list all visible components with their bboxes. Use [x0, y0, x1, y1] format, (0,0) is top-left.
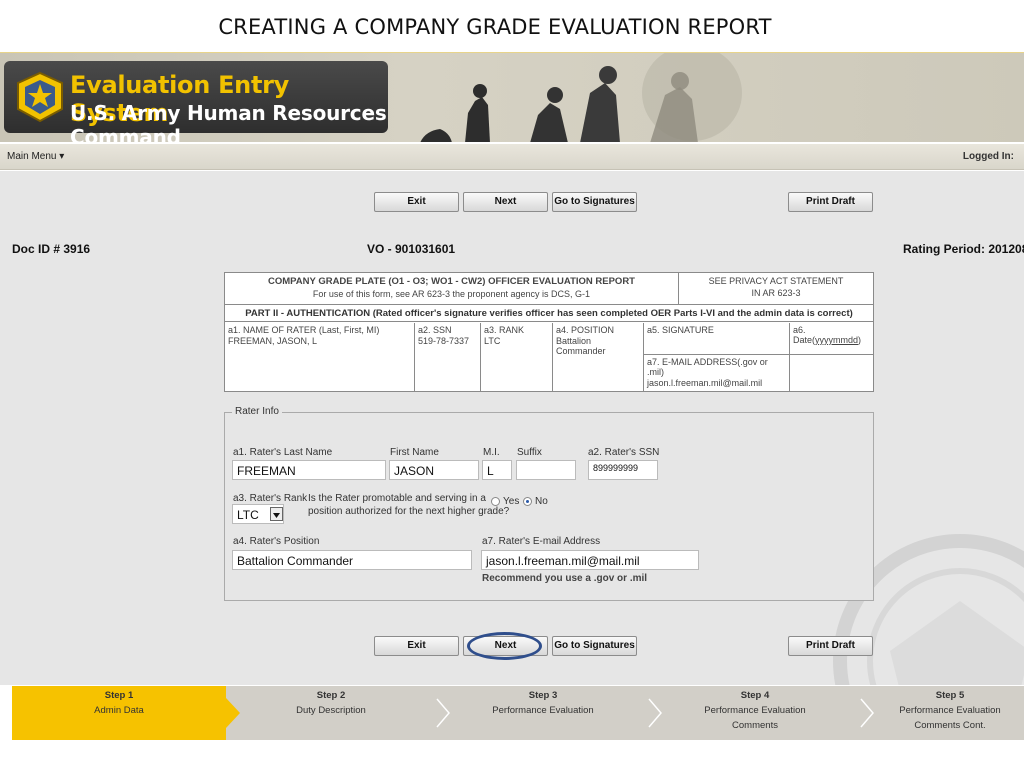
mi-label: M.I. — [483, 447, 500, 458]
step-4-performance-evaluation-comments[interactable]: Step 4 Performance Evaluation Comments — [664, 686, 846, 740]
a2-label: a2. SSN — [418, 325, 452, 335]
step-3-label: Performance Evaluation — [492, 705, 594, 716]
go-to-signatures-button-bottom[interactable]: Go to Signatures — [552, 636, 637, 656]
part-ii-heading: PART II - AUTHENTICATION (Rated officer'… — [225, 306, 873, 322]
rank-select-value: LTC — [237, 508, 259, 522]
a2-ssn-cell: a2. SSN 519-78-7337 — [415, 323, 481, 391]
oer-form-preview: COMPANY GRADE PLATE (O1 - O3; WO1 - CW2)… — [224, 272, 874, 392]
a6-label-suffix: ) — [858, 335, 862, 345]
a4-value: Battalion Commander — [556, 336, 606, 356]
step-4-label-line-2: Comments — [732, 720, 778, 731]
a7-value: jason.l.freeman.mil@mail.mil — [647, 378, 763, 388]
next-button-top[interactable]: Next — [463, 192, 548, 212]
main-menu-dropdown[interactable]: Main Menu ▾ — [7, 151, 64, 162]
logo: Evaluation Entry System U.S. Army Human … — [4, 61, 388, 142]
chevron-down-icon[interactable] — [270, 507, 283, 521]
a1-label: a1. NAME OF RATER (Last, First, MI) — [228, 325, 380, 335]
suffix-label: Suffix — [517, 447, 542, 458]
chevron-right-icon — [860, 698, 874, 728]
rater-first-name-input[interactable]: JASON — [389, 460, 479, 480]
step-5-number: Step 5 — [935, 690, 965, 701]
chevron-right-icon — [648, 698, 662, 728]
privacy-line-1: SEE PRIVACY ACT STATEMENT — [708, 276, 844, 286]
no-label: No — [535, 496, 548, 507]
promotable-question-line-2: position authorized for the next higher … — [308, 506, 510, 517]
ssn-label: a2. Rater's SSN — [588, 447, 660, 458]
a7-email-cell: a7. E-MAIL ADDRESS(.gov or .mil) jason.l… — [644, 355, 790, 391]
a3-value: LTC — [484, 336, 501, 346]
soldier-silhouettes-image — [420, 53, 742, 142]
exit-button-bottom[interactable]: Exit — [374, 636, 459, 656]
rating-period: Rating Period: 20120801 — [903, 242, 1024, 256]
a4-label: a4. POSITION — [556, 325, 615, 335]
step-5-performance-evaluation-comments-cont[interactable]: Step 5 Performance Evaluation Comments C… — [876, 686, 1024, 740]
menu-bar: Main Menu ▾ Logged In: — [0, 144, 1024, 170]
rater-email-input[interactable]: jason.l.freeman.mil@mail.mil — [481, 550, 699, 570]
rater-position-input[interactable]: Battalion Commander — [232, 550, 472, 570]
print-draft-button-top[interactable]: Print Draft — [788, 192, 873, 212]
slide-title: CREATING A COMPANY GRADE EVALUATION REPO… — [218, 15, 772, 39]
print-draft-button-bottom[interactable]: Print Draft — [788, 636, 873, 656]
vo-number: VO - 901031601 — [367, 242, 456, 256]
hrc-emblem-icon — [17, 71, 63, 123]
a4-position-cell: a4. POSITION Battalion Commander — [553, 323, 644, 391]
step-2-number: Step 2 — [316, 690, 346, 701]
rater-ssn-input[interactable]: 899999999 — [588, 460, 658, 480]
form-header: COMPANY GRADE PLATE (O1 - O3; WO1 - CW2)… — [225, 273, 679, 305]
step-4-number: Step 4 — [740, 690, 770, 701]
step-2-duty-description[interactable]: Step 2 Duty Description — [240, 686, 422, 740]
a6-date-cell: a6. Date(yyyymmdd) — [790, 323, 873, 355]
rater-last-name-input[interactable]: FREEMAN — [232, 460, 386, 480]
email-label: a7. Rater's E-mail Address — [482, 536, 601, 547]
a6-label-format: yyyymmdd — [815, 335, 859, 345]
promotable-no-radio[interactable] — [523, 497, 532, 506]
step-1-admin-data[interactable]: Step 1 Admin Data — [12, 686, 226, 740]
chevron-right-icon — [436, 698, 450, 728]
step-2-label: Duty Description — [296, 705, 366, 716]
a5-signature-cell: a5. SIGNATURE — [644, 323, 790, 355]
a1-value: FREEMAN, JASON, L — [228, 336, 318, 346]
a5-label: a5. SIGNATURE — [647, 325, 714, 335]
next-highlight-oval — [467, 632, 542, 660]
app-subtitle: U.S. Army Human Resources Command — [70, 101, 387, 142]
email-hint: Recommend you use a .gov or .mil — [482, 573, 648, 584]
logged-in-label: Logged In: — [962, 151, 1014, 162]
a3-label: a3. RANK — [484, 325, 525, 335]
step-1-label: Admin Data — [94, 705, 144, 716]
step-5-label: Performance Evaluation — [899, 705, 1001, 716]
a6-label-prefix: a6. Date( — [793, 325, 816, 345]
step-3-number: Step 3 — [528, 690, 558, 701]
footer-spacer — [0, 744, 1024, 768]
step-3-performance-evaluation[interactable]: Step 3 Performance Evaluation — [452, 686, 634, 740]
rater-info-legend: Rater Info — [232, 406, 282, 417]
step-4-label: Performance Evaluation — [704, 705, 806, 716]
rater-info-fieldset: Rater Info a1. Rater's Last Name First N… — [224, 406, 874, 601]
exit-button-top[interactable]: Exit — [374, 192, 459, 212]
step-1-number: Step 1 — [104, 690, 134, 701]
form-title: COMPANY GRADE PLATE (O1 - O3; WO1 - CW2)… — [268, 276, 635, 287]
promotable-yes-radio[interactable] — [491, 497, 500, 506]
position-label: a4. Rater's Position — [233, 536, 320, 547]
rater-suffix-input[interactable] — [516, 460, 576, 480]
chevron-right-icon — [226, 698, 240, 728]
a7-label: a7. E-MAIL ADDRESS(.gov or .mil) — [647, 357, 768, 377]
step-5-label-line-2: Comments Cont. — [914, 720, 986, 731]
rater-mi-input[interactable]: L — [482, 460, 512, 480]
form-subtitle: For use of this form, see AR 623-3 the p… — [312, 289, 591, 299]
a2-value: 519-78-7337 — [418, 336, 470, 346]
privacy-line-2: IN AR 623-3 — [751, 288, 801, 298]
doc-id: Doc ID # 3916 — [12, 242, 91, 256]
yes-label: Yes — [503, 496, 520, 507]
privacy-statement: SEE PRIVACY ACT STATEMENT IN AR 623-3 — [679, 273, 873, 305]
last-name-label: a1. Rater's Last Name — [233, 447, 333, 458]
a3-rank-cell: a3. RANK LTC — [481, 323, 553, 391]
a1-rater-name-cell: a1. NAME OF RATER (Last, First, MI) FREE… — [225, 323, 415, 391]
go-to-signatures-button-top[interactable]: Go to Signatures — [552, 192, 637, 212]
promotable-question-line-1: Is the Rater promotable and serving in a — [308, 493, 486, 504]
app-banner: Evaluation Entry System U.S. Army Human … — [0, 52, 1024, 142]
first-name-label: First Name — [390, 447, 439, 458]
main-content: Exit Next Go to Signatures Print Draft D… — [0, 171, 1024, 685]
wizard-steps: Step 1 Admin Data Step 2 Duty Descriptio… — [12, 686, 1024, 740]
rank-label: a3. Rater's Rank — [233, 493, 308, 504]
